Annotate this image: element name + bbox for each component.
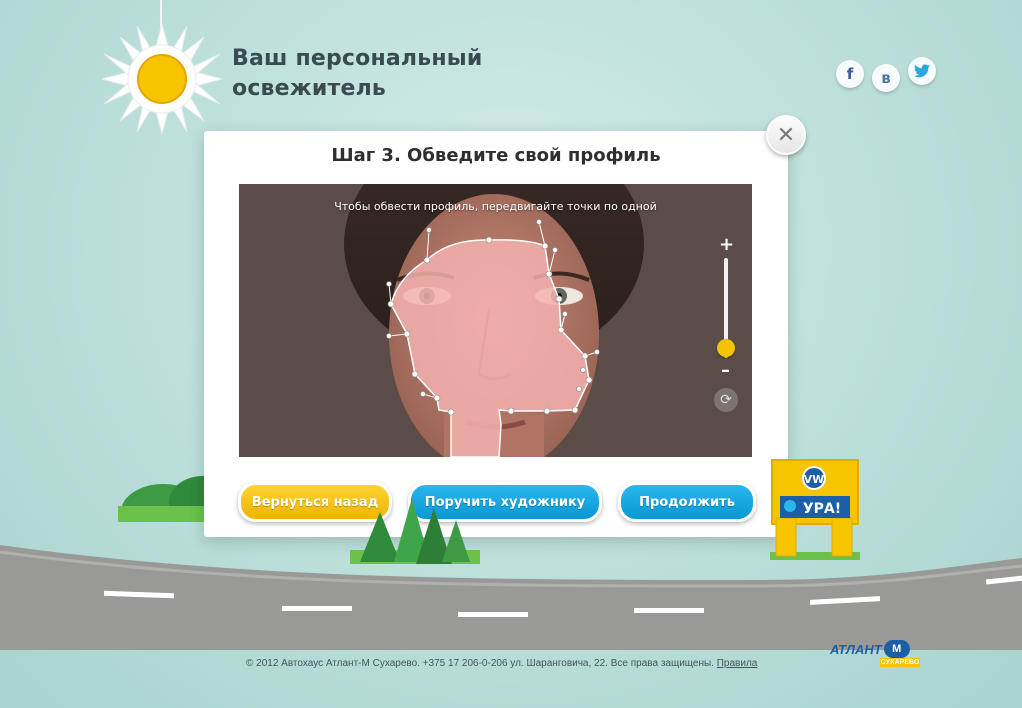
continue-button[interactable]: Продолжить bbox=[618, 482, 756, 522]
rules-link[interactable]: Правила bbox=[717, 658, 758, 669]
reset-button[interactable]: ⟳ bbox=[714, 388, 738, 412]
sun-icon bbox=[102, 24, 222, 134]
refresh-icon: ⟳ bbox=[720, 392, 732, 408]
footer-text: © 2012 Автохаус Атлант-М Сухарево. +375 … bbox=[246, 658, 757, 669]
atlant-logo: АТЛАНТ М СУХАРЕВО bbox=[830, 640, 922, 670]
logo-text: АТЛАНТ bbox=[830, 641, 882, 657]
gate-label: УРА! bbox=[803, 501, 841, 517]
close-button[interactable]: ✕ bbox=[766, 115, 806, 155]
site-title-line2: освежитель bbox=[232, 76, 387, 101]
vkontakte-icon: в bbox=[881, 69, 891, 87]
close-icon: ✕ bbox=[776, 122, 796, 148]
facebook-button[interactable]: f bbox=[836, 60, 864, 88]
gate-brand-icon: VW bbox=[804, 473, 825, 486]
trees-decoration bbox=[350, 498, 480, 564]
facebook-icon: f bbox=[846, 65, 854, 83]
gate-decoration: VW УРА! bbox=[770, 459, 860, 560]
vkontakte-button[interactable]: в bbox=[872, 64, 900, 92]
profile-dialog: Шаг 3. Обведите свой профиль Чтобы обвес… bbox=[204, 131, 788, 537]
logo-sub: СУХАРЕВО bbox=[880, 658, 920, 667]
zoom-slider-handle[interactable] bbox=[717, 339, 735, 357]
road-decoration bbox=[0, 545, 1022, 650]
face-photo bbox=[239, 184, 752, 457]
site-title: Ваш персональный освежитель bbox=[232, 44, 532, 104]
copyright-text: © 2012 Автохаус Атлант-М Сухарево. +375 … bbox=[246, 658, 714, 669]
logo-mark: М bbox=[883, 640, 910, 658]
photo-editor[interactable]: Чтобы обвести профиль, передвигайте точк… bbox=[239, 184, 752, 457]
twitter-button[interactable] bbox=[908, 57, 936, 85]
dialog-title: Шаг 3. Обведите свой профиль bbox=[331, 145, 661, 166]
twitter-icon bbox=[914, 64, 930, 78]
photo-hint-text: Чтобы обвести профиль, передвигайте точк… bbox=[334, 200, 657, 213]
zoom-in-button[interactable]: + bbox=[719, 234, 734, 255]
zoom-out-button[interactable]: – bbox=[721, 360, 730, 381]
site-title-line1: Ваш персональный bbox=[232, 46, 483, 71]
